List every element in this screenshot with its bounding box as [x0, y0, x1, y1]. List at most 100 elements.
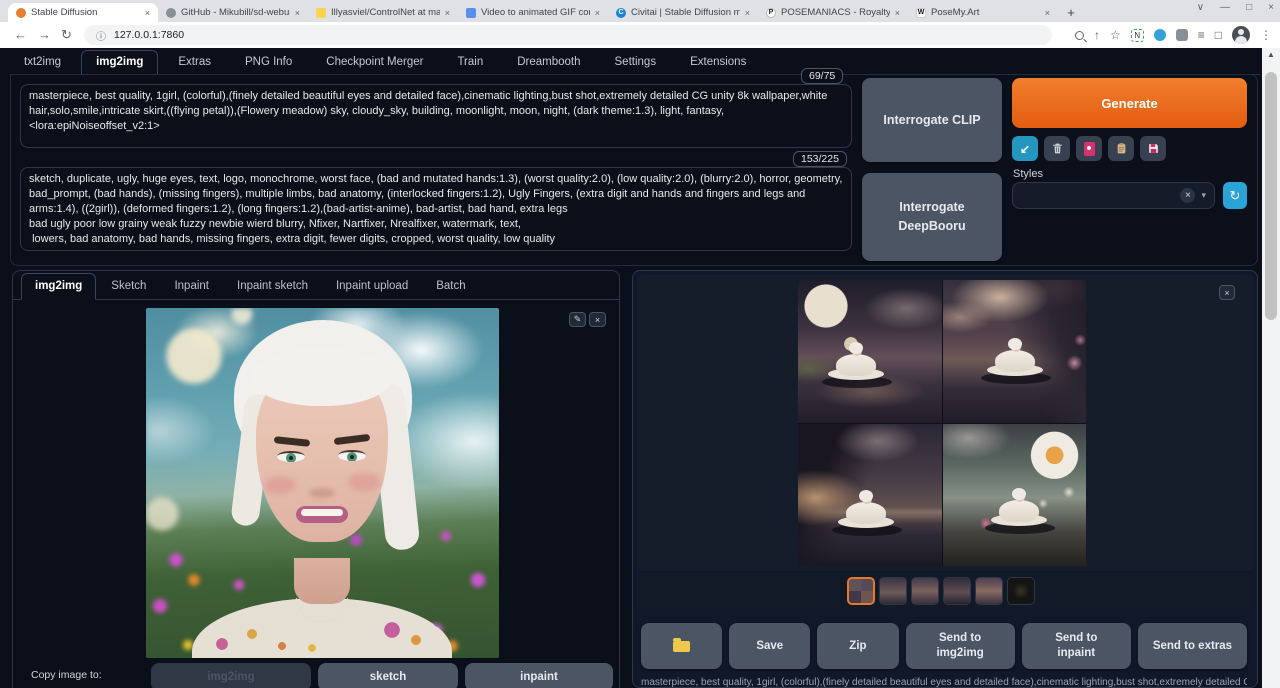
generate-button[interactable]: Generate: [1012, 78, 1247, 128]
extensions-puzzle-icon[interactable]: [1176, 29, 1188, 41]
nose-art: [309, 488, 335, 498]
browser-tab-civitai[interactable]: C Civitai | Stable Diffusion model ×: [608, 3, 758, 22]
side-panel-icon[interactable]: □: [1215, 28, 1222, 42]
tab-sketch-mode[interactable]: Sketch: [98, 274, 159, 299]
browser-tab-stable-diffusion[interactable]: Stable Diffusion ×: [8, 3, 158, 22]
thumbnail-1[interactable]: [847, 577, 875, 605]
tab-img2img[interactable]: img2img: [81, 50, 158, 75]
tab-inpaint-upload-mode[interactable]: Inpaint upload: [323, 274, 421, 299]
tab-img2img-mode[interactable]: img2img: [21, 273, 96, 300]
zoom-icon[interactable]: [1075, 31, 1084, 40]
copy-to-inpaint-button[interactable]: inpaint: [465, 663, 613, 688]
styles-clear-icon[interactable]: ×: [1180, 188, 1195, 203]
folder-icon: [673, 641, 690, 652]
main-nav-tabs: txt2img img2img Extras PNG Info Checkpoi…: [10, 48, 1260, 75]
figure-art: [987, 338, 1043, 384]
save-button[interactable]: Save: [729, 623, 810, 669]
thumbnail-2[interactable]: [879, 577, 907, 605]
tab-train[interactable]: Train: [443, 51, 497, 74]
thumbnail-5[interactable]: [975, 577, 1003, 605]
tab-extras[interactable]: Extras: [164, 51, 225, 74]
share-icon[interactable]: ↑: [1094, 28, 1100, 42]
extension-n-icon[interactable]: N: [1131, 29, 1144, 42]
send-to-img2img-button[interactable]: Send to img2img: [906, 623, 1015, 669]
browser-tab-posemaniacs[interactable]: P POSEMANIACS - Royalty free 3 ×: [758, 3, 908, 22]
paste-params-button[interactable]: ↙: [1012, 136, 1038, 161]
forward-icon[interactable]: →: [38, 27, 51, 42]
tab-batch-mode[interactable]: Batch: [423, 274, 478, 299]
portrait-fringe-art: [252, 348, 392, 406]
reload-icon[interactable]: ↻: [61, 27, 72, 43]
remove-image-button[interactable]: ×: [589, 312, 606, 327]
result-image-1[interactable]: [798, 280, 942, 423]
prompt-input[interactable]: masterpiece, best quality, 1girl, (color…: [20, 84, 852, 148]
thumbnail-4[interactable]: [943, 577, 971, 605]
chevron-down-icon[interactable]: ▾: [1201, 190, 1206, 201]
styles-refresh-button[interactable]: ↻: [1223, 182, 1247, 209]
browser-tab-gif-converter[interactable]: Video to animated GIF converter ×: [458, 3, 608, 22]
result-image-4[interactable]: [943, 424, 1087, 567]
thumbnail-3[interactable]: [911, 577, 939, 605]
browser-tab-controlnet[interactable]: Illyasviel/ControlNet at main ×: [308, 3, 458, 22]
interrogate-deepbooru-button[interactable]: Interrogate DeepBooru: [862, 173, 1002, 261]
save-style-button[interactable]: [1140, 136, 1166, 161]
gallery-close-button[interactable]: ×: [1219, 285, 1235, 300]
profile-avatar[interactable]: [1232, 26, 1250, 44]
tab-close-icon[interactable]: ×: [295, 8, 300, 18]
browser-tab-github[interactable]: GitHub - Mikubill/sd-webui-con ×: [158, 3, 308, 22]
clear-prompt-button[interactable]: [1044, 136, 1070, 161]
tab-settings[interactable]: Settings: [601, 51, 671, 74]
apply-style-button[interactable]: [1108, 136, 1134, 161]
browser-menu-icon[interactable]: ⋮: [1260, 28, 1272, 42]
scrollbar-up-icon[interactable]: ▲: [1262, 50, 1280, 59]
window-minimize-button[interactable]: —: [1220, 2, 1230, 13]
page-scrollbar[interactable]: ▲: [1262, 48, 1280, 688]
browser-tab-title: GitHub - Mikubill/sd-webui-con: [181, 7, 290, 18]
result-image-grid[interactable]: [798, 280, 1086, 566]
thumbnail-6[interactable]: [1007, 577, 1035, 605]
tab-close-icon[interactable]: ×: [1045, 8, 1050, 18]
window-close-button[interactable]: ×: [1268, 2, 1274, 13]
tab-close-icon[interactable]: ×: [745, 8, 750, 18]
back-icon[interactable]: ←: [14, 27, 27, 42]
open-folder-button[interactable]: [641, 623, 722, 669]
tab-png-info[interactable]: PNG Info: [231, 51, 306, 74]
results-panel: ×: [632, 270, 1258, 688]
send-to-extras-button[interactable]: Send to extras: [1138, 623, 1247, 669]
new-tab-button[interactable]: +: [1062, 3, 1080, 21]
result-image-2[interactable]: [943, 280, 1087, 423]
address-url[interactable]: 127.0.0.1:7860: [114, 29, 184, 41]
browser-chrome: Stable Diffusion × GitHub - Mikubill/sd-…: [0, 0, 1280, 48]
window-maximize-button[interactable]: □: [1246, 2, 1252, 13]
zip-button[interactable]: Zip: [817, 623, 898, 669]
browser-tab-posemyart[interactable]: W PoseMy.Art ×: [908, 3, 1058, 22]
copy-to-sketch-button[interactable]: sketch: [318, 663, 458, 688]
tab-close-icon[interactable]: ×: [445, 8, 450, 18]
tab-close-icon[interactable]: ×: [595, 8, 600, 18]
tab-search-chevron-icon[interactable]: ∨: [1197, 2, 1204, 13]
scrollbar-thumb[interactable]: [1265, 72, 1277, 320]
reading-list-icon[interactable]: ≡: [1198, 28, 1205, 42]
extra-networks-button[interactable]: [1076, 136, 1102, 161]
address-bar[interactable]: ⓘ 127.0.0.1:7860: [84, 25, 1052, 45]
tab-txt2img[interactable]: txt2img: [10, 51, 75, 74]
send-to-inpaint-button[interactable]: Send to inpaint: [1022, 623, 1131, 669]
img2img-mode-tabs: img2img Sketch Inpaint Inpaint sketch In…: [13, 271, 619, 300]
tab-inpaint-sketch-mode[interactable]: Inpaint sketch: [224, 274, 321, 299]
copy-to-img2img-button[interactable]: img2img: [151, 663, 311, 688]
extension-circle-icon[interactable]: [1154, 29, 1166, 41]
styles-dropdown[interactable]: × ▾: [1012, 182, 1215, 209]
tab-dreambooth[interactable]: Dreambooth: [503, 51, 594, 74]
source-image[interactable]: [146, 308, 499, 658]
tab-close-icon[interactable]: ×: [895, 8, 900, 18]
result-image-3[interactable]: [798, 424, 942, 567]
tab-extensions[interactable]: Extensions: [676, 51, 760, 74]
tab-checkpoint-merger[interactable]: Checkpoint Merger: [312, 51, 437, 74]
bookmark-star-icon[interactable]: ☆: [1110, 28, 1121, 42]
site-info-icon[interactable]: ⓘ: [96, 28, 106, 43]
tab-close-icon[interactable]: ×: [145, 8, 150, 18]
tab-inpaint-mode[interactable]: Inpaint: [161, 274, 222, 299]
negative-prompt-input[interactable]: sketch, duplicate, ugly, huge eyes, text…: [20, 167, 852, 251]
edit-image-button[interactable]: ✎: [569, 312, 586, 327]
interrogate-clip-button[interactable]: Interrogate CLIP: [862, 78, 1002, 162]
